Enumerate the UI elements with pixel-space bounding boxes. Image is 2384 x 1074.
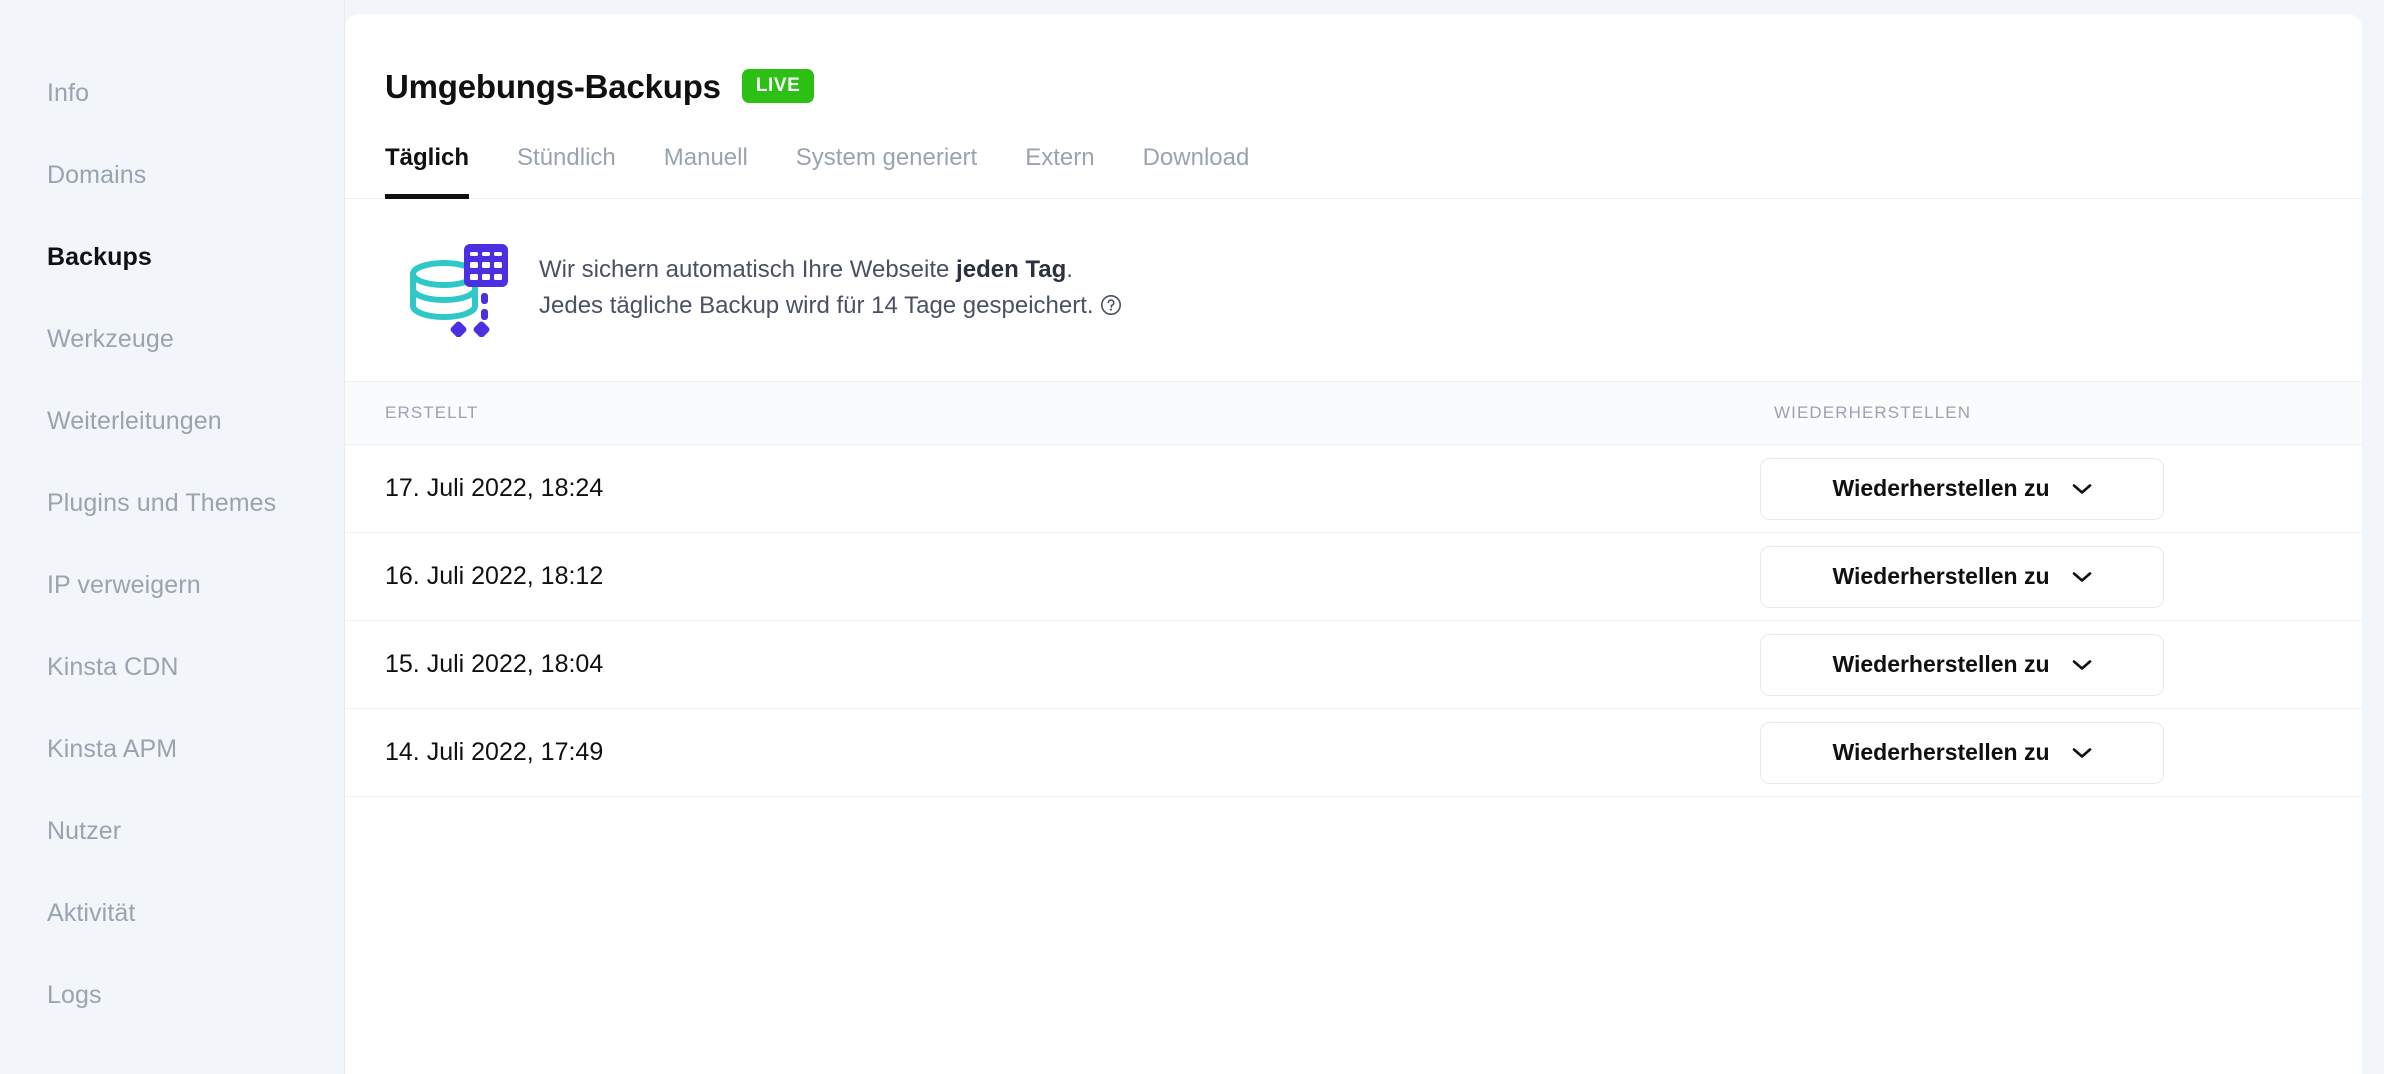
sidebar-item-label: Kinsta CDN <box>47 655 179 680</box>
backups-panel: Umgebungs-Backups LIVE Täglich Stündlich… <box>345 14 2362 1074</box>
page-header: Umgebungs-Backups LIVE <box>345 14 2362 103</box>
chevron-down-icon <box>2072 747 2092 759</box>
sidebar-item-kinsta-cdn[interactable]: Kinsta CDN <box>0 626 344 708</box>
tab-download[interactable]: Download <box>1143 146 1250 199</box>
status-badge-live: LIVE <box>742 69 815 103</box>
tab-manuell[interactable]: Manuell <box>664 146 748 199</box>
sidebar-item-label: Backups <box>47 245 152 270</box>
restore-to-button-label: Wiederherstellen zu <box>1832 477 2049 500</box>
backup-created-date: 14. Juli 2022, 17:49 <box>345 740 1702 765</box>
sidebar-item-nutzer[interactable]: Nutzer <box>0 790 344 872</box>
sidebar-item-werkzeuge[interactable]: Werkzeuge <box>0 298 344 380</box>
table-row: 17. Juli 2022, 18:24 Wiederherstellen zu <box>345 445 2362 533</box>
sidebar-item-plugins-und-themes[interactable]: Plugins und Themes <box>0 462 344 544</box>
sidebar-item-aktivitaet[interactable]: Aktivität <box>0 872 344 954</box>
sidebar-item-kinsta-apm[interactable]: Kinsta APM <box>0 708 344 790</box>
sidebar-item-weiterleitungen[interactable]: Weiterleitungen <box>0 380 344 462</box>
sidebar-item-label: Logs <box>47 983 102 1008</box>
sidebar-item-label: IP verweigern <box>47 573 201 598</box>
backup-info-text: Wir sichern automatisch Ihre Webseite je… <box>539 252 1122 326</box>
table-cell-restore: Wiederherstellen zu <box>1702 546 2362 608</box>
table-cell-restore: Wiederherstellen zu <box>1702 722 2362 784</box>
app-root: Info Domains Backups Werkzeuge Weiterlei… <box>0 0 2384 1074</box>
chevron-down-icon <box>2072 483 2092 495</box>
table-row: 16. Juli 2022, 18:12 Wiederherstellen zu <box>345 533 2362 621</box>
tab-bar: Täglich Stündlich Manuell System generie… <box>345 145 2362 199</box>
column-header-wiederherstellen: WIEDERHERSTELLEN <box>1702 403 2362 423</box>
restore-to-button[interactable]: Wiederherstellen zu <box>1760 634 2164 696</box>
table-row: 14. Juli 2022, 17:49 Wiederherstellen zu <box>345 709 2362 797</box>
sidebar-item-label: Nutzer <box>47 819 121 844</box>
sidebar-item-info[interactable]: Info <box>0 52 344 134</box>
table-cell-restore: Wiederherstellen zu <box>1702 634 2362 696</box>
sidebar: Info Domains Backups Werkzeuge Weiterlei… <box>0 0 345 1074</box>
page-title: Umgebungs-Backups <box>385 70 721 103</box>
sidebar-item-backups[interactable]: Backups <box>0 216 344 298</box>
page-scrollbar[interactable] <box>2362 0 2384 1074</box>
backup-info-line-2: Jedes tägliche Backup wird für 14 Tage g… <box>539 288 1122 327</box>
chevron-down-icon <box>2072 659 2092 671</box>
backup-info-block: Wir sichern automatisch Ihre Webseite je… <box>345 199 2362 382</box>
tab-taeglich[interactable]: Täglich <box>385 146 469 199</box>
backup-info-line-1: Wir sichern automatisch Ihre Webseite je… <box>539 252 1122 288</box>
restore-to-button[interactable]: Wiederherstellen zu <box>1760 722 2164 784</box>
backup-info-line1-prefix: Wir sichern automatisch Ihre Webseite <box>539 256 956 283</box>
backup-created-date: 15. Juli 2022, 18:04 <box>345 652 1702 677</box>
sidebar-item-ip-verweigern[interactable]: IP verweigern <box>0 544 344 626</box>
tab-stuendlich[interactable]: Stündlich <box>517 146 616 199</box>
table-cell-restore: Wiederherstellen zu <box>1702 458 2362 520</box>
sidebar-item-label: Info <box>47 81 89 106</box>
backup-info-line1-bold: jeden Tag <box>956 256 1066 283</box>
backup-created-date: 16. Juli 2022, 18:12 <box>345 564 1702 589</box>
chevron-down-icon <box>2072 571 2092 583</box>
tab-system-generiert[interactable]: System generiert <box>796 146 977 199</box>
sidebar-item-domains[interactable]: Domains <box>0 134 344 216</box>
backup-created-date: 17. Juli 2022, 18:24 <box>345 476 1702 501</box>
column-header-erstellt: ERSTELLT <box>345 403 1702 423</box>
restore-to-button[interactable]: Wiederherstellen zu <box>1760 546 2164 608</box>
main-content-area: Umgebungs-Backups LIVE Täglich Stündlich… <box>345 0 2384 1074</box>
sidebar-item-label: Kinsta APM <box>47 737 177 762</box>
tab-extern[interactable]: Extern <box>1025 146 1094 199</box>
table-header-row: ERSTELLT WIEDERHERSTELLEN <box>345 382 2362 445</box>
sidebar-item-label: Werkzeuge <box>47 327 174 352</box>
sidebar-item-label: Plugins und Themes <box>47 491 276 516</box>
restore-to-button-label: Wiederherstellen zu <box>1832 741 2049 764</box>
table-row: 15. Juli 2022, 18:04 Wiederherstellen zu <box>345 621 2362 709</box>
restore-to-button-label: Wiederherstellen zu <box>1832 565 2049 588</box>
backup-info-line2-text: Jedes tägliche Backup wird für 14 Tage g… <box>539 292 1094 319</box>
sidebar-item-label: Aktivität <box>47 901 135 926</box>
sidebar-item-label: Weiterleitungen <box>47 409 222 434</box>
restore-to-button[interactable]: Wiederherstellen zu <box>1760 458 2164 520</box>
sidebar-item-label: Domains <box>47 163 146 188</box>
database-calendar-illustration <box>407 241 511 337</box>
question-mark-circle-icon[interactable] <box>1100 291 1122 327</box>
backup-info-line1-suffix: . <box>1066 256 1073 283</box>
restore-to-button-label: Wiederherstellen zu <box>1832 653 2049 676</box>
sidebar-item-logs[interactable]: Logs <box>0 954 344 1036</box>
